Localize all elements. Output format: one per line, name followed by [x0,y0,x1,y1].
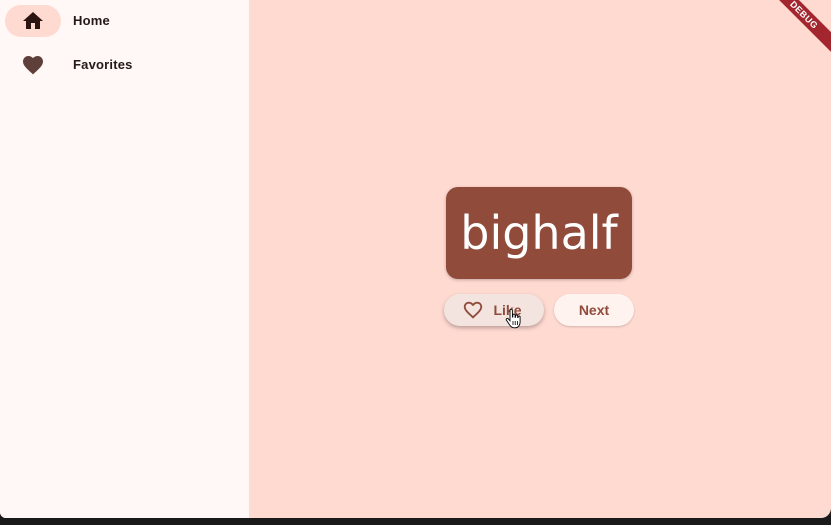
nav-item-home[interactable]: Home [0,1,249,45]
nav-item-label: Favorites [73,57,133,72]
debug-banner: DEBUG [760,0,831,59]
word-pair-card: bighalf [446,187,632,279]
navigation-rail: Home Favorites [0,0,249,518]
like-button[interactable]: Like [444,294,544,326]
next-button-label: Next [578,302,610,318]
nav-item-favorites[interactable]: Favorites [0,45,249,89]
next-button[interactable]: Next [554,294,634,326]
app-window: Home Favorites bighalf Like Next DEBUG [0,0,831,518]
heart-outline-icon [464,301,483,319]
hand-pointer-cursor-icon [505,309,521,329]
nav-item-label: Home [73,13,110,28]
heart-icon [23,56,43,75]
home-icon [23,12,43,29]
word-pair-text: bighalf [460,206,618,260]
